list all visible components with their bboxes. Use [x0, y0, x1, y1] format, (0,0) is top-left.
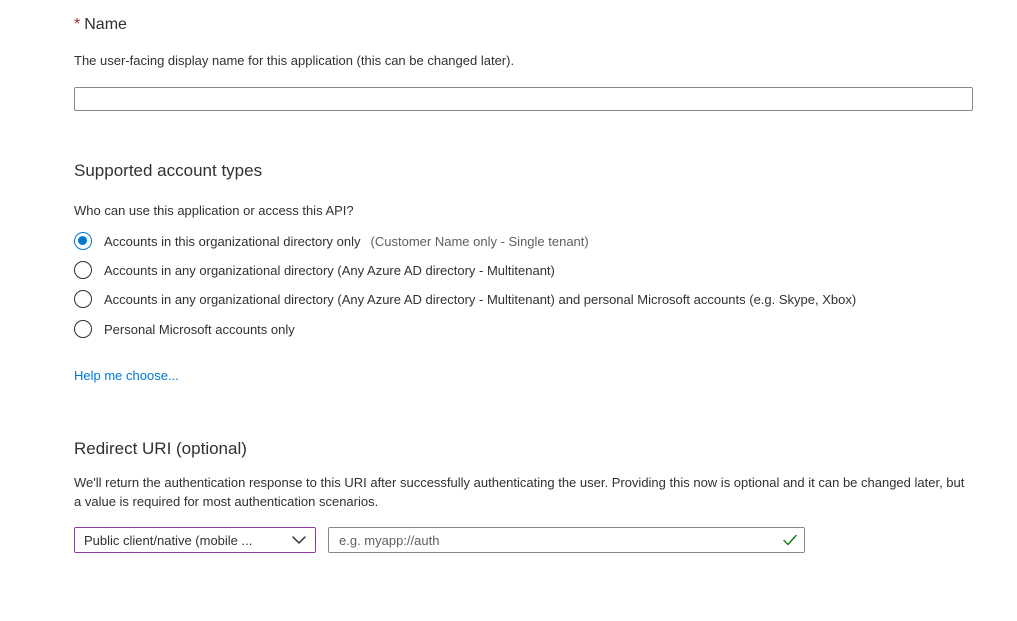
name-field-label: * Name: [74, 16, 127, 34]
radio-option-label: Personal Microsoft accounts only: [104, 321, 295, 337]
account-types-heading: Supported account types: [74, 161, 263, 180]
radio-checked-icon[interactable]: [74, 232, 92, 250]
radio-unchecked-icon[interactable]: [74, 320, 92, 338]
radio-unchecked-icon[interactable]: [74, 261, 92, 279]
redirect-uri-field[interactable]: [328, 527, 805, 553]
radio-option-hint: (Customer Name only - Single tenant): [370, 233, 589, 249]
redirect-uri-description: We'll return the authentication response…: [74, 475, 965, 509]
help-me-choose-link[interactable]: Help me choose...: [74, 368, 179, 383]
radio-unchecked-icon[interactable]: [74, 290, 92, 308]
radio-option-label: Accounts in this organizational director…: [104, 233, 361, 249]
radio-option-multitenant-personal[interactable]: Accounts in any organizational directory…: [74, 288, 856, 310]
chevron-down-icon[interactable]: [291, 532, 307, 548]
name-input[interactable]: [74, 87, 973, 111]
redirect-uri-heading: Redirect URI (optional): [74, 439, 247, 458]
account-types-question: Who can use this application or access t…: [74, 203, 354, 218]
required-marker: *: [74, 16, 81, 33]
radio-option-multitenant[interactable]: Accounts in any organizational directory…: [74, 259, 555, 281]
platform-dropdown[interactable]: Public client/native (mobile ...: [74, 527, 316, 553]
platform-selected-value: Public client/native (mobile ...: [84, 532, 253, 548]
checkmark-icon: [783, 534, 797, 546]
name-label-text: Name: [84, 16, 127, 33]
name-description: The user-facing display name for this ap…: [74, 53, 515, 68]
radio-option-label: Accounts in any organizational directory…: [104, 262, 555, 278]
radio-option-single-tenant[interactable]: Accounts in this organizational director…: [74, 230, 589, 252]
radio-option-personal-only[interactable]: Personal Microsoft accounts only: [74, 318, 295, 340]
radio-option-label: Accounts in any organizational directory…: [104, 291, 857, 307]
redirect-uri-input[interactable]: [329, 528, 769, 552]
